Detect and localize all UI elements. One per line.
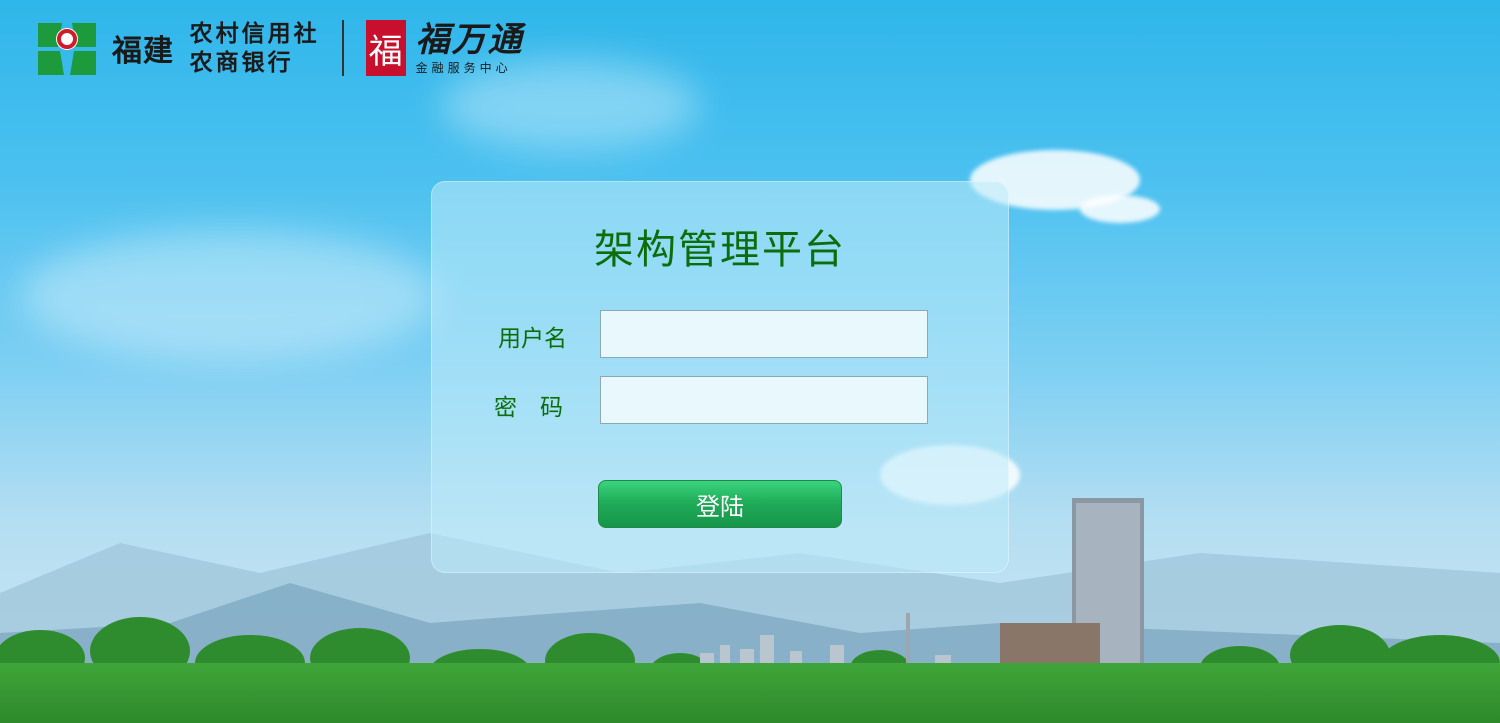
login-button[interactable]: 登陆	[598, 480, 842, 528]
header-logo: 福建 农村信用社 农商银行 福 福万通 金融服务中心	[34, 16, 524, 80]
lawn	[0, 663, 1500, 723]
password-label: 密 码	[494, 395, 563, 421]
bank-name-line1: 农村信用社	[189, 20, 320, 47]
bank-name-province: 福建	[112, 34, 174, 69]
fwt-seal-icon: 福	[365, 20, 406, 76]
bank-emblem-icon	[38, 23, 96, 75]
login-panel: 架构管理平台 用户名 密 码 登陆	[431, 181, 1009, 573]
password-input[interactable]	[600, 376, 928, 424]
username-input[interactable]	[600, 310, 928, 358]
fwt-subtitle: 金融服务中心	[415, 60, 512, 75]
page-title: 架构管理平台	[594, 227, 846, 273]
bank-name: 福建 农村信用社 农商银行	[112, 19, 320, 77]
cloud-bank	[20, 230, 440, 360]
fwt-brand: 福万通 金融服务中心	[416, 21, 524, 76]
logo-divider	[341, 20, 344, 76]
bank-name-line2: 农商银行	[189, 49, 294, 76]
username-label: 用户名	[498, 326, 567, 352]
fwt-title: 福万通	[415, 19, 524, 60]
cloud	[1080, 195, 1160, 223]
